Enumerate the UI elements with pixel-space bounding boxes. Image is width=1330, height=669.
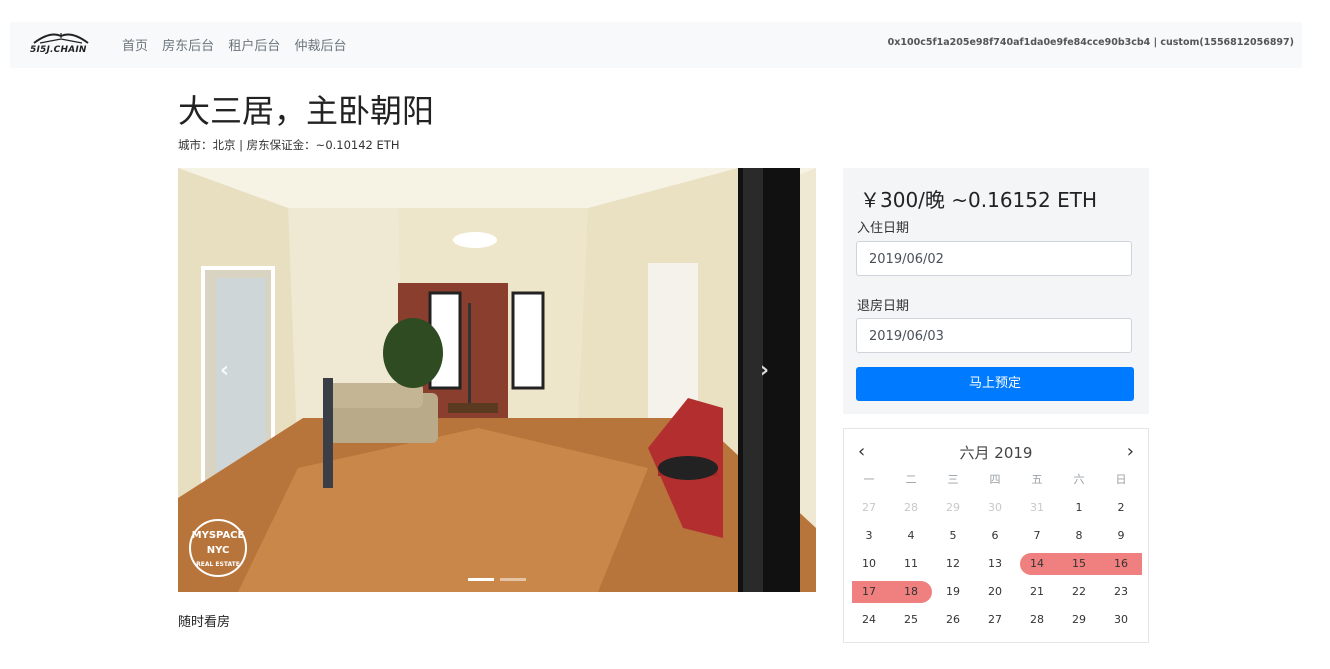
nav-link-tenant[interactable]: 租户后台 [228,39,280,54]
calendar-day[interactable]: 18 [890,581,932,603]
calendar-day[interactable]: 27 [974,609,1016,631]
calendar-month-title: 六月 2019 [959,444,1033,462]
listing-title: 大三居，主卧朝阳 [178,92,435,130]
calendar-day[interactable]: 29 [932,497,974,519]
calendar-day[interactable]: 11 [890,553,932,575]
listing-caption: 随时看房 [178,615,231,630]
availability-calendar: ‹ 六月 2019 › 一二三四五六日 27 28 29 30 31 1 2 3 4 5 6 7 8 9 10… [843,428,1149,643]
calendar-header: ‹ 六月 2019 › [844,441,1148,462]
carousel-prev-icon[interactable]: ‹ [220,358,229,383]
calendar-day[interactable]: 17 [848,581,890,603]
badge-text-top: MYSPACE [192,530,245,541]
calendar-day[interactable]: 30 [974,497,1016,519]
checkin-label: 入住日期 [857,221,910,236]
calendar-day[interactable]: 30 [1100,609,1142,631]
listing-subtitle: 城市：北京 | 房东保证金：~0.10142 ETH [178,138,400,152]
calendar-day[interactable]: 15 [1058,553,1100,575]
calendar-weekday: 四 [989,473,1001,486]
calendar-weekday: 二 [905,473,917,486]
badge-text-bottom: REAL ESTATE [196,561,240,568]
photo-carousel[interactable]: MYSPACE NYC REAL ESTATE ‹ › [178,168,816,592]
nav-link-home[interactable]: 首页 [122,39,148,54]
calendar-next-month-icon[interactable]: › [1127,441,1134,462]
calendar-day[interactable]: 9 [1100,525,1142,547]
calendar-day[interactable]: 21 [1016,581,1058,603]
calendar-day[interactable]: 2 [1100,497,1142,519]
calendar-day[interactable]: 23 [1100,581,1142,603]
badge-text-mid: NYC [207,545,230,556]
calendar-day[interactable]: 3 [848,525,890,547]
checkout-label: 退房日期 [857,299,910,314]
calendar-weekday: 一 [863,473,875,486]
calendar-day[interactable]: 5 [932,525,974,547]
carousel-indicators [468,566,532,585]
calendar-day[interactable]: 16 [1100,553,1142,575]
calendar-day[interactable]: 28 [890,497,932,519]
room-photo: MYSPACE NYC REAL ESTATE [178,168,816,592]
calendar-day[interactable]: 1 [1058,497,1100,519]
calendar-day[interactable]: 29 [1058,609,1100,631]
top-navbar: 5I5J.CHAIN 首页 房东后台 租户后台 仲裁后台 0x100c5f1a2… [10,22,1302,68]
calendar-day[interactable]: 20 [974,581,1016,603]
calendar-day[interactable]: 12 [932,553,974,575]
calendar-day[interactable]: 7 [1016,525,1058,547]
checkout-date-input[interactable]: 2019/06/03 [856,318,1132,353]
calendar-day[interactable]: 22 [1058,581,1100,603]
booking-panel: ￥300/晚 ~0.16152 ETH 入住日期 2019/06/02 退房日期… [843,168,1149,414]
nav-links: 首页 房东后台 租户后台 仲裁后台 [122,35,356,54]
calendar-day[interactable]: 13 [974,553,1016,575]
book-now-button[interactable]: 马上预定 [856,367,1134,401]
calendar-day[interactable]: 25 [890,609,932,631]
calendar-day[interactable]: 8 [1058,525,1100,547]
calendar-day[interactable]: 28 [1016,609,1058,631]
calendar-weekday: 日 [1115,473,1127,486]
nav-link-arbitration[interactable]: 仲裁后台 [294,39,346,54]
logo-text: 5I5J.CHAIN [30,45,87,55]
calendar-day[interactable]: 14 [1016,553,1058,575]
carousel-next-icon[interactable]: › [760,358,769,383]
calendar-weekday: 六 [1073,473,1085,486]
calendar-day[interactable]: 19 [932,581,974,603]
calendar-day[interactable]: 31 [1016,497,1058,519]
calendar-day[interactable]: 26 [932,609,974,631]
price-per-night: ￥300/晚 ~0.16152 ETH [860,188,1097,212]
calendar-day[interactable]: 10 [848,553,890,575]
calendar-day[interactable]: 6 [974,525,1016,547]
checkin-date-input[interactable]: 2019/06/02 [856,241,1132,276]
logo[interactable]: 5I5J.CHAIN [30,29,92,59]
calendar-day[interactable]: 27 [848,497,890,519]
carousel-indicator[interactable] [500,578,526,581]
account-address: 0x100c5f1a205e98f740af1da0e9fe84cce90b3c… [887,37,1294,48]
calendar-weekday: 五 [1031,473,1043,486]
carousel-indicator[interactable] [468,578,494,581]
nav-link-landlord[interactable]: 房东后台 [162,39,214,54]
calendar-weekday: 三 [947,473,959,486]
calendar-day[interactable]: 24 [848,609,890,631]
calendar-day[interactable]: 4 [890,525,932,547]
